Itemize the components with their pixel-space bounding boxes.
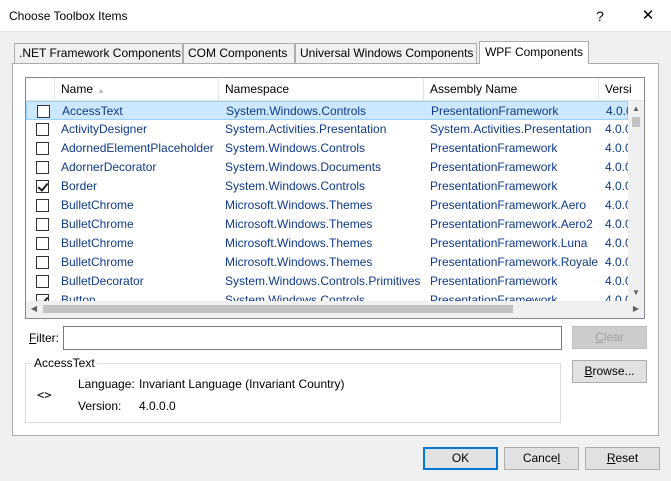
table-row[interactable]: AdornerDecorator System.Windows.Documents… [26,158,632,177]
vertical-scrollbar[interactable]: ▲ ▼ [628,101,644,301]
row-checkbox[interactable] [36,142,49,155]
filter-label: Filter: [29,331,60,345]
row-assembly-cell: PresentationFramework [430,274,558,288]
row-name-cell: BulletChrome [61,217,134,231]
filter-input[interactable] [63,326,562,350]
tab-wpf[interactable]: WPF Components [479,41,589,64]
table-row[interactable]: ActivityDesigner System.Activities.Presen… [26,120,632,139]
header-version[interactable]: Versi [599,78,644,101]
header-namespace[interactable]: Namespace [219,78,424,101]
table-row[interactable]: AccessText System.Windows.Controls Present… [26,101,633,120]
version-label: Version: [78,399,122,413]
components-list[interactable]: Name ▲ Namespace Assembly Name Versi Acce… [25,77,645,319]
details-title: AccessText [32,356,97,370]
table-row[interactable]: BulletDecorator System.Windows.Controls.P… [26,272,632,291]
header-checkbox-column[interactable] [26,78,55,101]
row-assembly-cell: System.Activities.Presentation [430,122,592,136]
row-namespace-cell: Microsoft.Windows.Themes [225,236,373,250]
row-checkbox[interactable] [37,105,50,118]
row-checkbox[interactable] [36,218,49,231]
vertical-scroll-thumb[interactable] [632,117,640,127]
tab-net-framework[interactable]: .NET Framework Components [14,43,183,64]
row-name-cell: AdornerDecorator [61,160,157,174]
row-namespace-cell: Microsoft.Windows.Themes [225,255,373,269]
row-name-cell: BulletChrome [61,198,134,212]
row-checkbox[interactable] [36,180,49,193]
table-row[interactable]: BulletChrome Microsoft.Windows.Themes Pres… [26,253,632,272]
list-header: Name ▲ Namespace Assembly Name Versi [26,78,644,101]
row-checkbox[interactable] [36,161,49,174]
row-assembly-cell: PresentationFramework.Aero2 [430,217,593,231]
row-checkbox[interactable] [36,275,49,288]
row-name-cell: AccessText [62,104,123,118]
close-button[interactable]: ✕ [625,0,671,32]
row-assembly-cell: PresentationFramework [430,179,558,193]
scroll-right-icon[interactable]: ▶ [628,301,644,317]
tab-universal-windows[interactable]: Universal Windows Components [295,43,477,64]
table-row[interactable]: Border System.Windows.Controls Presentatio… [26,177,632,196]
row-assembly-cell: PresentationFramework [431,104,559,118]
row-namespace-cell: Microsoft.Windows.Themes [225,198,373,212]
row-name-cell: AdornedElementPlaceholder [61,141,214,155]
row-assembly-cell: PresentationFramework.Luna [430,236,588,250]
language-label: Language: [78,377,135,391]
row-namespace-cell: System.Activities.Presentation [225,122,387,136]
title-bar: Choose Toolbox Items ? ✕ [0,0,671,32]
row-namespace-cell: System.Windows.Documents [225,160,382,174]
table-row[interactable]: AdornedElementPlaceholder System.Windows.… [26,139,632,158]
table-row[interactable]: BulletChrome Microsoft.Windows.Themes Pres… [26,234,632,253]
cancel-button[interactable]: Cancel [504,447,579,470]
row-namespace-cell: System.Windows.Controls [225,179,366,193]
row-name-cell: BulletChrome [61,255,134,269]
row-checkbox[interactable] [36,256,49,269]
row-namespace-cell: System.Windows.Controls [225,141,366,155]
code-icon: <> [37,388,52,402]
row-assembly-cell: PresentationFramework [430,141,558,155]
row-assembly-cell: PresentationFramework.Royale [430,255,599,269]
browse-button[interactable]: Browse... [572,360,647,383]
ok-button[interactable]: OK [423,447,498,470]
details-groupbox [25,363,561,423]
scroll-down-icon[interactable]: ▼ [628,285,644,301]
row-checkbox[interactable] [36,237,49,250]
help-button[interactable]: ? [577,0,623,32]
table-row[interactable]: BulletChrome Microsoft.Windows.Themes Pres… [26,196,632,215]
clear-button[interactable]: Clear [572,326,647,349]
row-checkbox[interactable] [36,199,49,212]
row-name-cell: Border [61,179,98,193]
tab-com[interactable]: COM Components [183,43,295,64]
language-value: Invariant Language (Invariant Country) [139,377,345,391]
row-name-cell: ActivityDesigner [61,122,148,136]
table-row[interactable]: BulletChrome Microsoft.Windows.Themes Pres… [26,215,632,234]
scroll-left-icon[interactable]: ◀ [26,301,42,317]
row-namespace-cell: System.Windows.Controls.Primitives [225,274,421,288]
horizontal-scrollbar[interactable]: ◀ ▶ [26,301,644,318]
row-namespace-cell: Microsoft.Windows.Themes [225,217,373,231]
row-namespace-cell: System.Windows.Controls [226,104,367,118]
scroll-up-icon[interactable]: ▲ [628,101,644,117]
sort-ascending-icon: ▲ [97,86,105,95]
header-name[interactable]: Name ▲ [55,78,219,101]
reset-button[interactable]: Reset [585,447,660,470]
horizontal-scroll-thumb[interactable] [43,305,513,313]
window-title: Choose Toolbox Items [9,9,128,23]
version-value: 4.0.0.0 [139,399,176,413]
row-assembly-cell: PresentationFramework.Aero [430,198,587,212]
row-assembly-cell: PresentationFramework [430,160,558,174]
header-assembly-name[interactable]: Assembly Name [424,78,599,101]
row-checkbox[interactable] [36,123,49,136]
row-name-cell: BulletDecorator [61,274,144,288]
row-name-cell: BulletChrome [61,236,134,250]
